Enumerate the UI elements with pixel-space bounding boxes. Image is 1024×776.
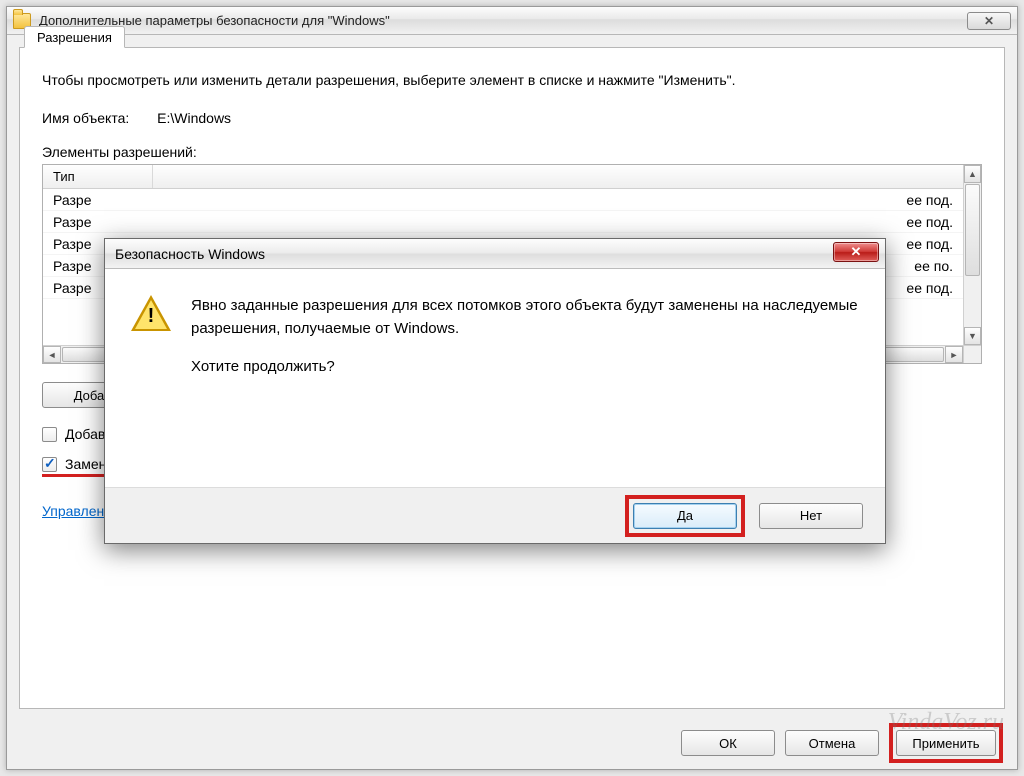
scroll-corner [963, 345, 981, 363]
cell-tail: ее под. [153, 214, 953, 230]
scroll-down-button[interactable]: ▼ [964, 327, 981, 345]
scroll-up-button[interactable]: ▲ [964, 165, 981, 183]
scroll-left-button[interactable]: ◄ [43, 346, 61, 363]
windows-security-dialog: Безопасность Windows ✕ ! Явно заданные р… [104, 238, 886, 544]
highlight-apply: Применить [889, 723, 1003, 763]
column-spacer [153, 165, 981, 188]
cell-type: Разре [53, 214, 153, 230]
titlebar[interactable]: Дополнительные параметры безопасности дл… [7, 7, 1017, 35]
dialog-close-button[interactable]: ✕ [833, 242, 879, 262]
yes-button[interactable]: Да [633, 503, 737, 529]
ok-button[interactable]: ОК [681, 730, 775, 756]
window-title: Дополнительные параметры безопасности дл… [39, 13, 967, 28]
permissions-list-label: Элементы разрешений: [42, 144, 982, 160]
object-name-row: Имя объекта: E:\Windows [42, 110, 982, 126]
window-close-button[interactable]: ✕ [967, 12, 1011, 30]
apply-button[interactable]: Применить [896, 730, 996, 756]
warning-icon: ! [131, 295, 171, 335]
dialog-footer: Да Нет [105, 487, 885, 543]
checkbox-inherit[interactable] [42, 427, 57, 442]
cell-tail: ее под. [153, 192, 953, 208]
dialog-text: Явно заданные разрешения для всех потомк… [191, 295, 859, 395]
column-type[interactable]: Тип [43, 165, 153, 188]
table-row[interactable]: Разре ее под. [43, 189, 963, 211]
intro-text: Чтобы просмотреть или изменить детали ра… [42, 72, 982, 88]
scroll-right-button[interactable]: ► [945, 346, 963, 363]
permissions-header[interactable]: Тип [43, 165, 981, 189]
dialog-message-2: Хотите продолжить? [191, 356, 859, 379]
checkbox-replace[interactable] [42, 457, 57, 472]
dialog-title: Безопасность Windows [115, 246, 265, 262]
scroll-thumb[interactable] [965, 184, 980, 276]
dialog-titlebar[interactable]: Безопасность Windows ✕ [105, 239, 885, 269]
dialog-body: ! Явно заданные разрешения для всех пото… [105, 269, 885, 411]
object-name-value: E:\Windows [157, 110, 231, 126]
no-button[interactable]: Нет [759, 503, 863, 529]
tab-permissions[interactable]: Разрешения [24, 26, 125, 48]
cell-type: Разре [53, 192, 153, 208]
highlight-yes: Да [625, 495, 745, 537]
scroll-track[interactable] [964, 277, 981, 327]
close-icon: ✕ [851, 244, 862, 260]
cancel-button[interactable]: Отмена [785, 730, 879, 756]
close-icon: ✕ [984, 14, 994, 28]
object-name-label: Имя объекта: [42, 110, 129, 126]
table-row[interactable]: Разре ее под. [43, 211, 963, 233]
dialog-message-1: Явно заданные разрешения для всех потомк… [191, 295, 859, 340]
vertical-scrollbar[interactable]: ▲ ▼ [963, 165, 981, 345]
window-footer: ОК Отмена Применить [7, 717, 1017, 769]
